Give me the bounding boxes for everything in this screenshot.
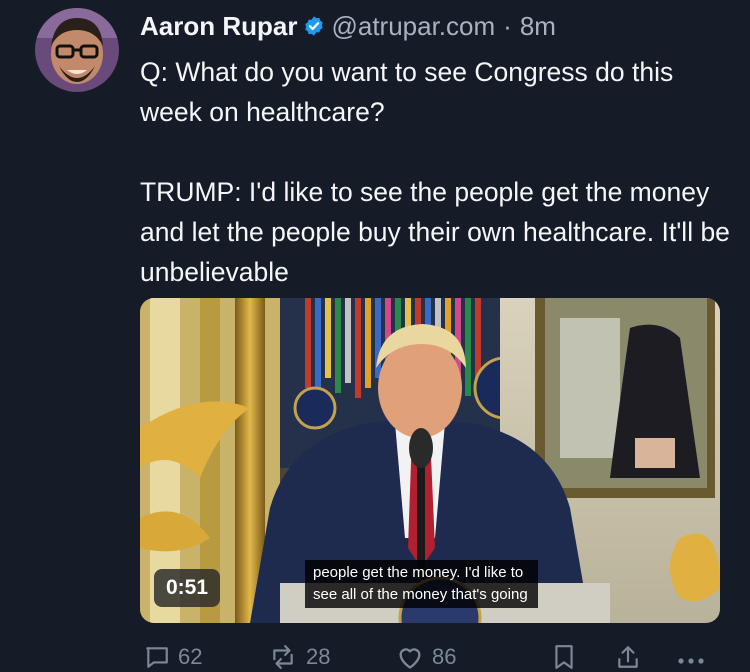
- more-icon: [676, 644, 706, 670]
- like-icon: [396, 644, 424, 670]
- separator-dot: ·: [503, 10, 512, 41]
- reply-button[interactable]: 62: [144, 644, 202, 670]
- tweet-paragraph-question: Q: What do you want to see Congress do t…: [140, 57, 674, 127]
- caption-line: see all of the money that's going: [313, 586, 528, 603]
- share-button[interactable]: [616, 644, 640, 670]
- repost-icon: [268, 644, 298, 670]
- share-icon: [616, 644, 640, 670]
- tweet-actions: 62 28 86: [140, 644, 740, 672]
- repost-button[interactable]: 28: [268, 644, 330, 670]
- timestamp[interactable]: 8m: [520, 11, 556, 42]
- tweet-header: Aaron Rupar @atrupar.com · 8m: [140, 8, 556, 44]
- repost-count: 28: [306, 644, 331, 669]
- like-button[interactable]: 86: [396, 644, 456, 670]
- tweet-text: Q: What do you want to see Congress do t…: [140, 52, 740, 292]
- more-button[interactable]: [676, 644, 706, 670]
- author-handle[interactable]: @atrupar.com: [331, 11, 495, 42]
- video-captions: people get the money. I'd like to see al…: [305, 560, 538, 608]
- author-avatar[interactable]: [35, 8, 119, 92]
- verified-badge-icon: [303, 15, 325, 37]
- video-player[interactable]: 0:51 people get the money. I'd like to s…: [140, 298, 720, 623]
- reply-icon: [144, 644, 170, 670]
- reply-count: 62: [178, 644, 203, 669]
- tweet-paragraph-answer: TRUMP: I'd like to see the people get th…: [140, 177, 730, 287]
- caption-line: people get the money. I'd like to: [313, 564, 524, 581]
- video-duration-badge: 0:51: [154, 569, 221, 607]
- bookmark-button[interactable]: [552, 644, 576, 670]
- bookmark-icon: [552, 644, 576, 670]
- like-count: 86: [432, 644, 457, 669]
- author-name[interactable]: Aaron Rupar: [140, 11, 297, 42]
